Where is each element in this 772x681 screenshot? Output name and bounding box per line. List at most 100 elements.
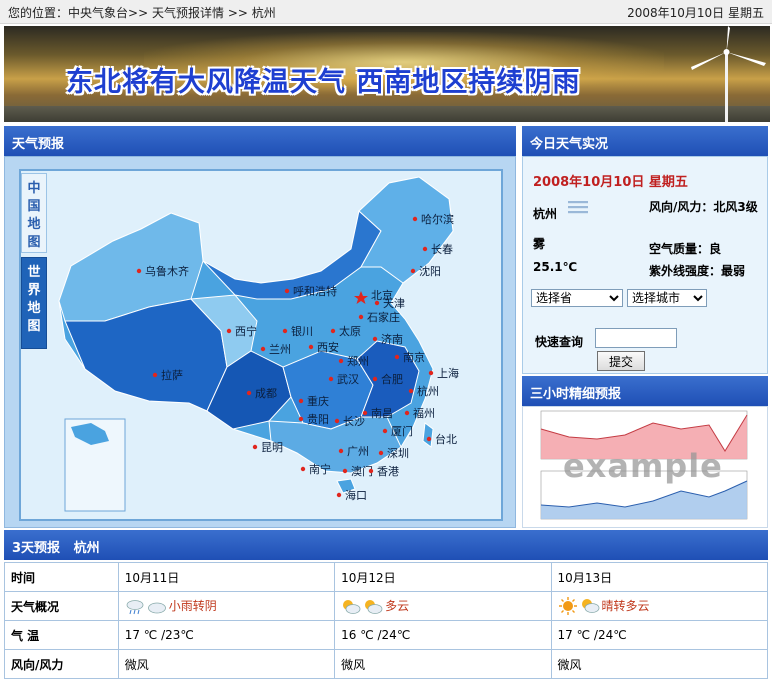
sun-icon bbox=[558, 597, 577, 616]
city-marker[interactable] bbox=[378, 450, 384, 456]
city-marker[interactable] bbox=[404, 410, 410, 416]
city-label[interactable]: 南宁 bbox=[309, 462, 331, 476]
table-row: 天气概况 小雨转阴 多云 晴转多云 bbox=[4, 591, 769, 621]
city-label[interactable]: 深圳 bbox=[387, 447, 409, 460]
city-label[interactable]: 武汉 bbox=[337, 373, 359, 386]
city-label[interactable]: 济南 bbox=[381, 332, 403, 346]
city-label[interactable]: 香港 bbox=[377, 465, 399, 478]
day-wind: 微风 bbox=[550, 649, 769, 679]
day-wind: 微风 bbox=[334, 649, 552, 679]
city-label[interactable]: 重庆 bbox=[307, 394, 329, 408]
city-marker[interactable] bbox=[342, 468, 348, 474]
city-marker[interactable] bbox=[426, 436, 432, 442]
city-label[interactable]: 西安 bbox=[317, 340, 339, 354]
city-label[interactable]: 天津 bbox=[383, 297, 405, 310]
city-marker[interactable] bbox=[338, 358, 344, 364]
city-marker[interactable] bbox=[410, 268, 416, 274]
province-select[interactable]: 选择省 bbox=[531, 289, 623, 307]
table-row: 风向/风力 微风 微风 微风 bbox=[4, 649, 769, 679]
day-temperature: 16 ℃ /24℃ bbox=[334, 620, 552, 650]
city-marker[interactable] bbox=[358, 314, 364, 320]
city-marker[interactable] bbox=[338, 448, 344, 454]
city-label[interactable]: 太原 bbox=[339, 325, 361, 338]
breadcrumb-current: 杭州 bbox=[251, 6, 276, 20]
city-label[interactable]: 贵阳 bbox=[307, 413, 329, 426]
city-label[interactable]: 福州 bbox=[413, 406, 435, 420]
tab-china-map[interactable]: 中国地图 bbox=[21, 173, 47, 253]
row-label: 天气概况 bbox=[4, 591, 119, 621]
city-label[interactable]: 石家庄 bbox=[367, 310, 400, 324]
forecast-panel-title: 天气预报 bbox=[4, 126, 516, 156]
city-marker[interactable] bbox=[372, 336, 378, 342]
city-label[interactable]: 银川 bbox=[291, 324, 313, 338]
city-marker[interactable] bbox=[374, 300, 380, 306]
city-marker[interactable] bbox=[428, 370, 434, 376]
city-marker[interactable] bbox=[408, 388, 414, 394]
banner: 东北将有大风降温天气 西南地区持续阴雨 bbox=[4, 26, 770, 122]
cloud-sun-icon bbox=[581, 599, 599, 614]
city-marker[interactable] bbox=[136, 268, 142, 274]
city-marker[interactable] bbox=[152, 372, 158, 378]
city-label[interactable]: 上海 bbox=[437, 366, 459, 380]
city-select[interactable]: 选择城市 bbox=[627, 289, 707, 307]
city-label[interactable]: 长春 bbox=[431, 243, 453, 256]
three-day-table: 时间 10月11日 10月12日 10月13日 天气概况 小雨转阴 多云 晴转多… bbox=[4, 562, 769, 679]
city-marker[interactable] bbox=[300, 466, 306, 472]
table-row: 气 温 17 ℃ /23℃ 16 ℃ /24℃ 17 ℃ /24℃ bbox=[4, 620, 769, 650]
city-label[interactable]: 拉萨 bbox=[161, 368, 183, 382]
rain-icon bbox=[126, 599, 144, 614]
city-marker[interactable] bbox=[372, 376, 378, 382]
cloud-sun-icon bbox=[343, 599, 361, 614]
city-label[interactable]: 南昌 bbox=[371, 407, 393, 420]
breadcrumb-link-cma[interactable]: 中央气象台 bbox=[68, 6, 128, 20]
city-label[interactable]: 长沙 bbox=[343, 415, 365, 428]
city-label[interactable]: 广州 bbox=[347, 445, 369, 458]
city-marker[interactable] bbox=[368, 468, 374, 474]
city-label[interactable]: 昆明 bbox=[261, 441, 283, 454]
tab-world-map[interactable]: 世界地图 bbox=[21, 257, 47, 349]
city-marker[interactable] bbox=[284, 288, 290, 294]
city-marker[interactable] bbox=[260, 346, 266, 352]
today-date: 2008年10月10日 星期五 bbox=[533, 175, 688, 190]
city-label[interactable]: 兰州 bbox=[269, 343, 291, 356]
city-marker[interactable] bbox=[246, 390, 252, 396]
day-temperature: 17 ℃ /24℃ bbox=[550, 620, 769, 650]
city-marker[interactable] bbox=[330, 328, 336, 334]
day-date: 10月12日 bbox=[334, 562, 552, 592]
city-marker[interactable] bbox=[298, 416, 304, 422]
submit-button[interactable]: 提交 bbox=[597, 351, 645, 371]
city-label[interactable]: 哈尔滨 bbox=[421, 212, 454, 226]
breadcrumb-link-detail[interactable]: 天气预报详情 bbox=[152, 6, 224, 20]
city-marker[interactable] bbox=[336, 492, 342, 498]
city-marker[interactable] bbox=[282, 328, 288, 334]
city-marker[interactable] bbox=[412, 216, 418, 222]
today-city: 杭州 bbox=[533, 207, 558, 221]
city-marker[interactable] bbox=[308, 344, 314, 350]
city-marker[interactable] bbox=[382, 428, 388, 434]
three-hour-chart: example bbox=[522, 406, 768, 528]
city-marker[interactable] bbox=[226, 328, 232, 334]
city-label[interactable]: 海口 bbox=[345, 488, 367, 502]
city-label[interactable]: 合肥 bbox=[381, 372, 403, 386]
city-label[interactable]: 沈阳 bbox=[419, 264, 441, 278]
city-label[interactable]: 呼和浩特 bbox=[293, 284, 337, 298]
city-label[interactable]: 南京 bbox=[403, 350, 425, 364]
city-label[interactable]: 郑州 bbox=[347, 354, 369, 368]
city-marker[interactable] bbox=[334, 418, 340, 424]
city-marker[interactable] bbox=[298, 398, 304, 404]
city-marker[interactable] bbox=[328, 376, 334, 382]
city-marker[interactable] bbox=[422, 246, 428, 252]
banner-ground bbox=[4, 106, 770, 122]
fog-icon bbox=[568, 201, 588, 214]
city-marker[interactable] bbox=[252, 444, 258, 450]
city-label[interactable]: 杭州 bbox=[417, 384, 439, 398]
three-day-panel-title: 3天预报 杭州 bbox=[4, 530, 768, 560]
quick-search-input[interactable] bbox=[595, 328, 677, 348]
city-label[interactable]: 成都 bbox=[255, 387, 277, 400]
city-label[interactable]: 台北 bbox=[435, 432, 457, 446]
city-label[interactable]: 厦门 bbox=[391, 424, 413, 438]
today-air-quality: 空气质量：良 bbox=[649, 242, 722, 256]
city-marker[interactable] bbox=[394, 354, 400, 360]
city-label[interactable]: 西宁 bbox=[235, 324, 257, 338]
city-label[interactable]: 乌鲁木齐 bbox=[145, 264, 189, 278]
